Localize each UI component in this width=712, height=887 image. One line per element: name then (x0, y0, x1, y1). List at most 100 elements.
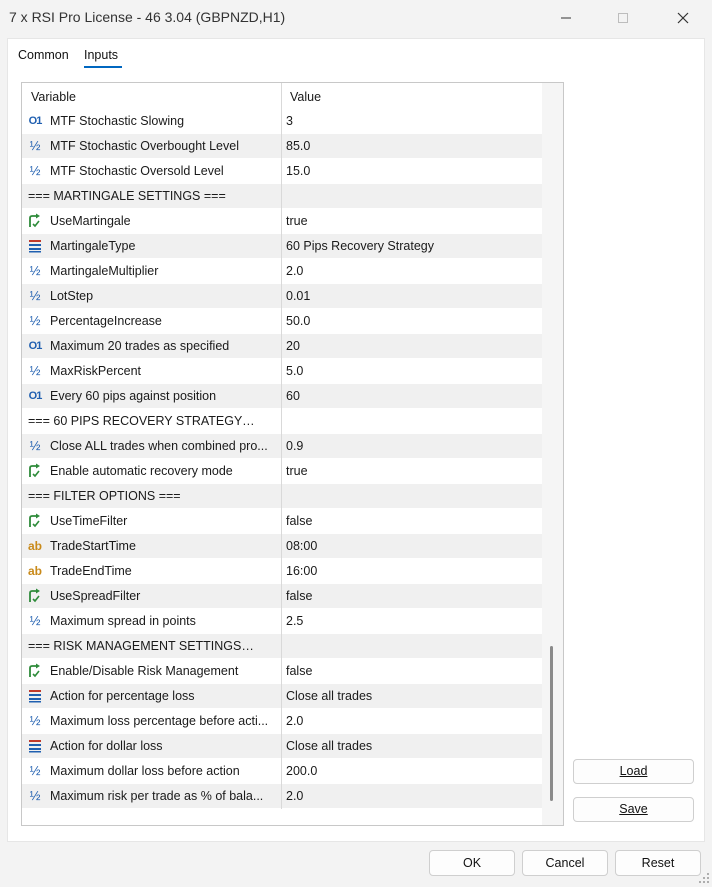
column-separator[interactable] (281, 83, 282, 109)
tab-inputs[interactable]: Inputs (84, 48, 118, 62)
parameter-row[interactable]: ½ Maximum risk per trade as % of bala... 2… (22, 784, 542, 809)
parameter-row[interactable]: ½ Close ALL trades when combined pro... 0.… (22, 434, 542, 459)
double-type-icon: ½ (29, 613, 41, 628)
tab-common[interactable]: Common (18, 48, 69, 62)
parameter-row[interactable]: Action for dollar loss Close all trades (22, 734, 542, 759)
parameter-value[interactable]: 60 Pips Recovery Strategy (286, 239, 536, 253)
dialog-content: Common Inputs Variable Value O1 MTF Stoch… (7, 38, 705, 842)
string-type-icon: ab (27, 539, 42, 553)
column-separator (281, 334, 282, 359)
int-type-icon: O1 (28, 115, 43, 127)
double-type-icon: ½ (29, 763, 41, 778)
parameter-row[interactable]: UseMartingale true (22, 209, 542, 234)
parameter-name: Enable/Disable Risk Management (50, 664, 239, 678)
parameter-row[interactable]: O1 MTF Stochastic Slowing 3 (22, 109, 542, 134)
parameter-value[interactable]: Close all trades (286, 739, 536, 753)
close-icon (677, 12, 689, 24)
parameter-value[interactable]: 50.0 (286, 314, 536, 328)
parameter-value[interactable]: true (286, 464, 536, 478)
parameter-row[interactable]: ab TradeStartTime 08:00 (22, 534, 542, 559)
parameter-value[interactable]: 200.0 (286, 764, 536, 778)
section-header-row[interactable]: === 60 PIPS RECOVERY STRATEGY === (22, 409, 542, 434)
section-header-row[interactable]: === RISK MANAGEMENT SETTINGS === (22, 634, 542, 659)
inputs-grid: Variable Value O1 MTF Stochastic Slowing 3… (21, 82, 564, 826)
bool-type-icon (27, 213, 43, 229)
double-type-icon: ½ (29, 363, 41, 378)
column-separator (281, 534, 282, 559)
parameter-value[interactable]: 2.0 (286, 789, 536, 803)
parameter-row[interactable]: ½ MartingaleMultiplier 2.0 (22, 259, 542, 284)
maximize-icon (618, 13, 628, 23)
parameter-value[interactable]: 60 (286, 389, 536, 403)
column-separator (281, 234, 282, 259)
double-type-icon: ½ (29, 288, 41, 303)
column-separator (281, 309, 282, 334)
parameter-value[interactable]: false (286, 664, 536, 678)
parameter-name: UseMartingale (50, 214, 131, 228)
parameter-value[interactable]: 08:00 (286, 539, 536, 553)
column-separator (281, 209, 282, 234)
parameter-value[interactable]: 15.0 (286, 164, 536, 178)
parameter-name: UseTimeFilter (50, 514, 128, 528)
window-title: 7 x RSI Pro License - 46 3.04 (GBPNZD,H1… (9, 9, 286, 25)
parameter-value[interactable]: 2.0 (286, 264, 536, 278)
parameter-value[interactable]: Close all trades (286, 689, 536, 703)
parameter-row[interactable]: Enable/Disable Risk Management false (22, 659, 542, 684)
parameter-row[interactable]: ½ MTF Stochastic Oversold Level 15.0 (22, 159, 542, 184)
parameter-row[interactable]: ½ MTF Stochastic Overbought Level 85.0 (22, 134, 542, 159)
parameter-name: === FILTER OPTIONS === (28, 489, 181, 503)
parameter-value[interactable]: false (286, 514, 536, 528)
parameter-row[interactable]: ½ PercentageIncrease 50.0 (22, 309, 542, 334)
parameter-row[interactable]: ½ Maximum dollar loss before action 200.0 (22, 759, 542, 784)
int-type-icon: O1 (28, 390, 43, 402)
section-header-row[interactable]: === FILTER OPTIONS === (22, 484, 542, 509)
parameter-row[interactable]: UseSpreadFilter false (22, 584, 542, 609)
parameter-row[interactable]: ½ Maximum spread in points 2.5 (22, 609, 542, 634)
parameter-value[interactable]: false (286, 589, 536, 603)
parameter-row[interactable]: UseTimeFilter false (22, 509, 542, 534)
inputs-grid-body: Variable Value O1 MTF Stochastic Slowing 3… (22, 83, 542, 809)
parameter-value[interactable]: 0.9 (286, 439, 536, 453)
save-button[interactable]: Save (573, 797, 694, 822)
minimize-button[interactable] (543, 6, 589, 30)
parameter-name: TradeEndTime (50, 564, 132, 578)
reset-button[interactable]: Reset (615, 850, 701, 876)
parameter-value[interactable]: 85.0 (286, 139, 536, 153)
parameter-value[interactable]: 2.5 (286, 614, 536, 628)
parameter-value[interactable]: 3 (286, 114, 536, 128)
parameter-value[interactable]: 2.0 (286, 714, 536, 728)
parameter-row[interactable]: ½ MaxRiskPercent 5.0 (22, 359, 542, 384)
parameter-value[interactable]: true (286, 214, 536, 228)
column-separator (281, 109, 282, 134)
column-separator (281, 384, 282, 409)
parameter-row[interactable]: Action for percentage loss Close all trad… (22, 684, 542, 709)
header-variable[interactable]: Variable (31, 90, 76, 104)
parameter-row[interactable]: O1 Every 60 pips against position 60 (22, 384, 542, 409)
column-separator (281, 659, 282, 684)
parameter-row[interactable]: ab TradeEndTime 16:00 (22, 559, 542, 584)
parameter-row[interactable]: ½ LotStep 0.01 (22, 284, 542, 309)
parameter-row[interactable]: ½ Maximum loss percentage before acti... 2… (22, 709, 542, 734)
resize-grip-icon[interactable] (698, 872, 710, 884)
cancel-button[interactable]: Cancel (522, 850, 608, 876)
parameter-row[interactable]: O1 Maximum 20 trades as specified 20 (22, 334, 542, 359)
parameter-value[interactable]: 5.0 (286, 364, 536, 378)
maximize-button[interactable] (600, 6, 646, 30)
scrollbar-thumb[interactable] (550, 646, 553, 801)
load-button[interactable]: Load (573, 759, 694, 784)
enum-type-icon (27, 738, 43, 754)
column-separator (281, 709, 282, 734)
close-button[interactable] (660, 6, 706, 30)
ok-button[interactable]: OK (429, 850, 515, 876)
column-separator (281, 734, 282, 759)
load-button-label: Load (619, 764, 648, 778)
parameter-value[interactable]: 16:00 (286, 564, 536, 578)
parameter-value[interactable]: 0.01 (286, 289, 536, 303)
parameter-value[interactable]: 20 (286, 339, 536, 353)
parameter-row[interactable]: MartingaleType 60 Pips Recovery Strategy (22, 234, 542, 259)
double-type-icon: ½ (29, 788, 41, 803)
parameter-name: MaxRiskPercent (50, 364, 141, 378)
header-value[interactable]: Value (290, 90, 321, 104)
section-header-row[interactable]: === MARTINGALE SETTINGS === (22, 184, 542, 209)
parameter-row[interactable]: Enable automatic recovery mode true (22, 459, 542, 484)
